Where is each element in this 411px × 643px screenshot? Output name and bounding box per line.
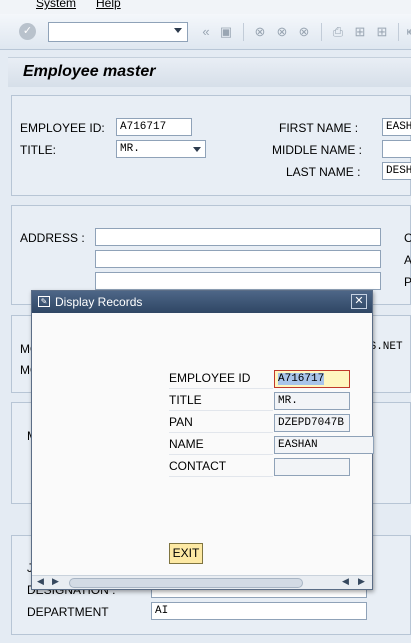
command-dropdown-icon[interactable] [174, 28, 182, 33]
exit-icon[interactable]: ⊗ [274, 24, 290, 40]
exit-button[interactable]: EXIT [169, 543, 203, 564]
middle-name-label: MIDDLE NAME : [272, 143, 363, 157]
dialog-title-field[interactable]: MR. [274, 392, 350, 410]
dialog-name-field[interactable]: EASHAN [274, 436, 374, 454]
scroll-left-icon[interactable]: ◀ [37, 576, 44, 587]
find-next-icon[interactable]: ⊞ [374, 24, 390, 40]
department-label: DEPARTMENT [27, 605, 109, 619]
pin-label: P [404, 275, 411, 289]
toolbar: ✓ « ▣ ⊗ ⊗ ⊗ ⎙ ⊞ ⊞ ⇤ [0, 14, 411, 50]
dialog-title-bar[interactable]: ✎ Display Records ✕ [32, 291, 372, 313]
collapse-icon[interactable]: « [198, 24, 214, 40]
first-name-label: FIRST NAME : [279, 121, 359, 135]
print-icon[interactable]: ⎙ [330, 24, 346, 40]
employee-id-field[interactable]: A716717 [116, 118, 192, 136]
dialog-pan-label: PAN [169, 412, 273, 433]
title-bar: Employee master [8, 57, 411, 87]
menu-bar: System Help [0, 0, 411, 14]
address-line-1[interactable] [95, 228, 381, 246]
city-label: C [404, 231, 411, 245]
employee-id-label: EMPLOYEE ID: [20, 121, 105, 135]
last-name-field[interactable]: DESH [382, 162, 411, 180]
dialog-edit-icon: ✎ [38, 296, 50, 307]
page-title: Employee master [23, 63, 156, 80]
dialog-body: EMPLOYEE ID A716717 TITLE MR. PAN DZEPD7… [32, 313, 374, 575]
first-name-field[interactable]: EASH [382, 118, 411, 136]
cancel-icon[interactable]: ⊗ [296, 24, 312, 40]
close-icon[interactable]: ✕ [351, 294, 367, 309]
display-records-dialog: ✎ Display Records ✕ EMPLOYEE ID A716717 … [31, 290, 374, 590]
save-icon[interactable]: ▣ [218, 24, 234, 40]
dialog-pan-field[interactable]: DZEPD7047B [274, 414, 350, 432]
title-dropdown-icon[interactable] [193, 147, 201, 152]
scroll-right-icon-2[interactable]: ▶ [358, 576, 365, 587]
menu-system[interactable]: System [36, 0, 76, 10]
scroll-right-icon[interactable]: ▶ [52, 576, 59, 587]
dialog-contact-field[interactable] [274, 458, 350, 476]
dialog-title: Display Records [55, 295, 143, 309]
area-label: A [404, 253, 411, 267]
address-line-2[interactable] [95, 250, 381, 268]
command-field[interactable] [48, 22, 188, 42]
dialog-employee-id-field[interactable]: A716717 [274, 370, 350, 388]
back-icon[interactable]: ⊗ [252, 24, 268, 40]
department-field[interactable]: AI [151, 602, 367, 620]
dialog-title-label: TITLE [169, 390, 273, 411]
last-name-label: LAST NAME : [286, 165, 361, 179]
scroll-left-icon-2[interactable]: ◀ [342, 576, 349, 587]
title-label: TITLE: [20, 143, 57, 157]
dialog-employee-id-label: EMPLOYEE ID [169, 368, 273, 389]
menu-help[interactable]: Help [96, 0, 121, 10]
dialog-horizontal-scrollbar[interactable]: ◀ ▶ ◀ ▶ [32, 575, 372, 589]
middle-name-field[interactable] [382, 140, 411, 158]
enter-icon[interactable]: ✓ [19, 23, 36, 40]
find-icon[interactable]: ⊞ [352, 24, 368, 40]
first-page-icon[interactable]: ⇤ [404, 24, 411, 40]
dialog-name-label: NAME [169, 434, 273, 455]
scroll-thumb[interactable] [69, 578, 303, 588]
address-label: ADDRESS : [20, 231, 85, 245]
address-line-3[interactable] [95, 272, 381, 290]
dialog-contact-label: CONTACT [169, 456, 273, 477]
